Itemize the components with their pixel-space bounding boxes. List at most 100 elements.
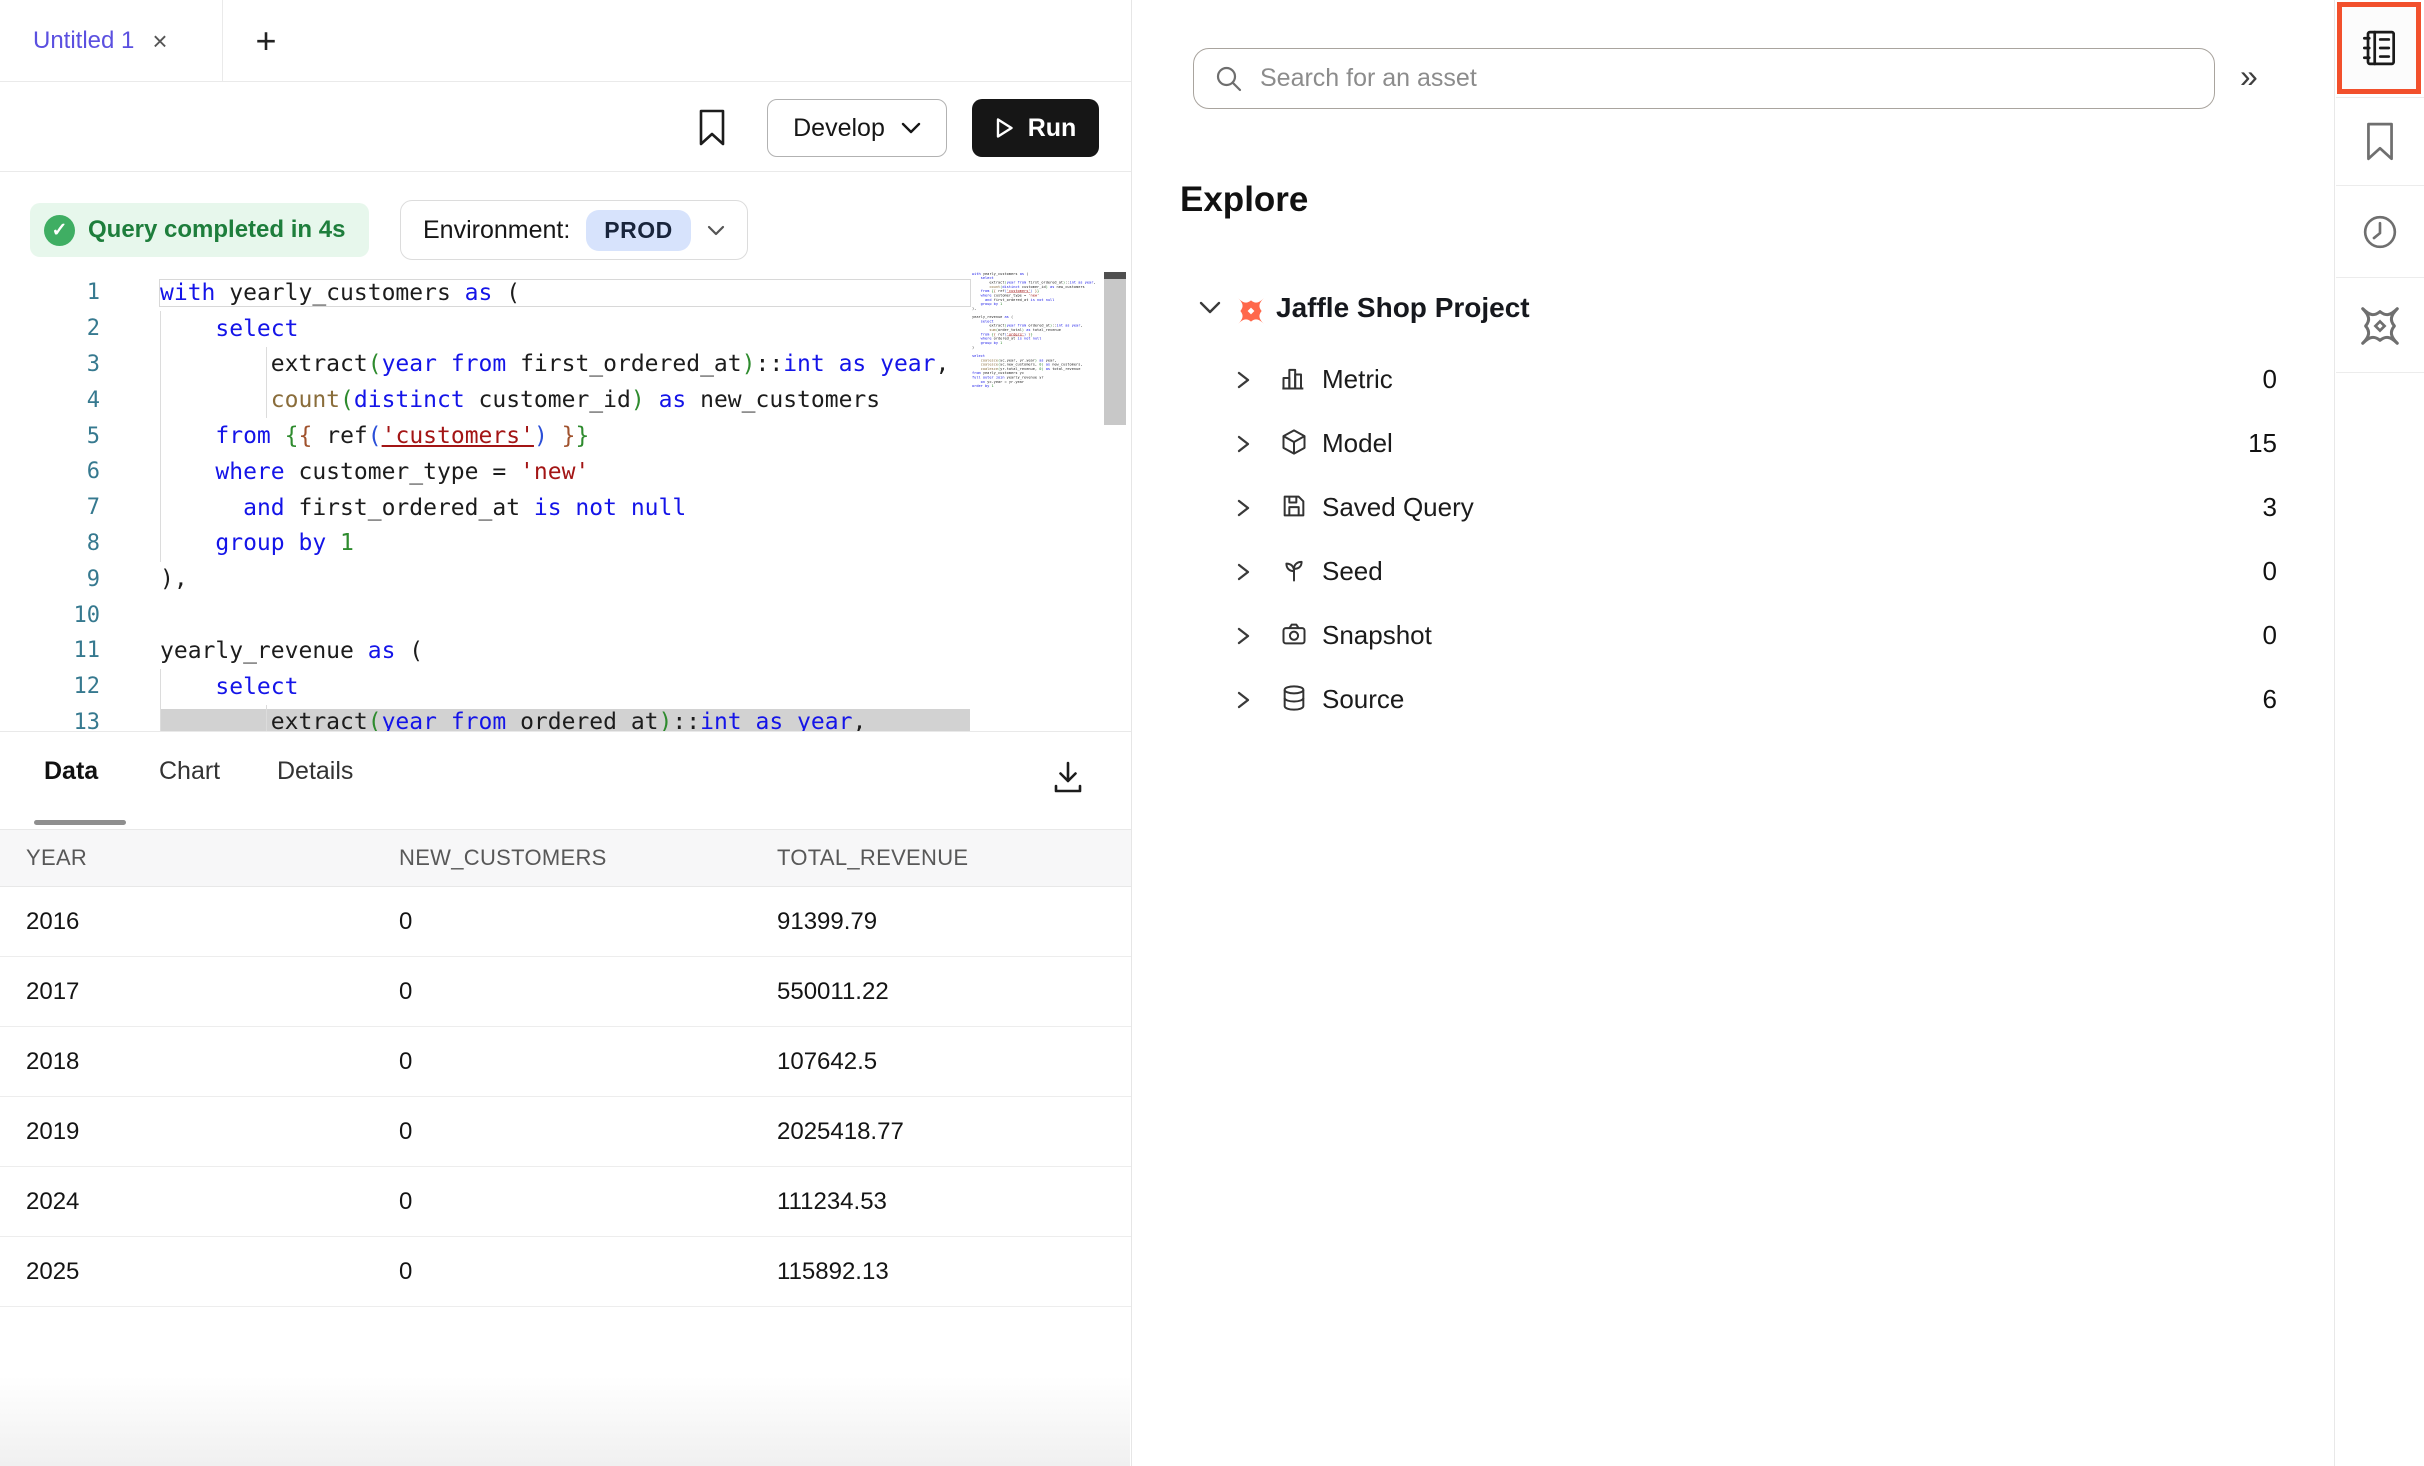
code-line[interactable]: 10	[0, 597, 970, 633]
tree-item-model[interactable]: Model15	[1132, 412, 2334, 476]
chevron-right-icon[interactable]	[1236, 496, 1251, 520]
chevron-right-icon[interactable]	[1236, 368, 1251, 392]
code-line-text: yearly_revenue as (	[160, 638, 970, 664]
editor-toolbar: Develop Run	[0, 82, 1131, 172]
table-cell: 0	[399, 887, 412, 956]
indent-guide	[266, 705, 267, 731]
table-cell: 2017	[26, 957, 79, 1026]
rail-item-history[interactable]	[2336, 187, 2424, 278]
table-cell: 2025418.77	[777, 1097, 904, 1166]
tree-item-saved-query[interactable]: Saved Query3	[1132, 476, 2334, 540]
editor-minimap[interactable]: with yearly_customers as ( select extrac…	[972, 272, 1098, 394]
collapse-panel-button[interactable]: »	[2240, 58, 2258, 95]
chevron-right-icon[interactable]	[1236, 624, 1251, 648]
chevron-right-icon[interactable]	[1236, 688, 1251, 712]
project-name: Jaffle Shop Project	[1276, 292, 1530, 324]
table-row[interactable]: 20180107642.5	[0, 1027, 1131, 1097]
source-database-icon	[1280, 684, 1308, 712]
explore-heading: Explore	[1180, 180, 1308, 220]
results-table-body: 2016091399.7920170550011.2220180107642.5…	[0, 887, 1131, 1307]
divider	[0, 731, 1131, 732]
scrollbar-thumb[interactable]	[1104, 279, 1126, 425]
tree-item-label: Seed	[1322, 540, 1383, 602]
code-line-text: where customer_type = 'new'	[160, 459, 970, 485]
query-status-badge: ✓ Query completed in 4s	[30, 203, 369, 257]
tree-item-metric[interactable]: Metric0	[1132, 348, 2334, 412]
close-tab-icon[interactable]: ×	[152, 26, 167, 57]
table-row[interactable]: 20250115892.13	[0, 1237, 1131, 1307]
code-line[interactable]: 8 group by 1	[0, 526, 970, 562]
table-cell: 2018	[26, 1027, 79, 1096]
results-tab-chart[interactable]: Chart	[159, 757, 220, 786]
results-tab-details[interactable]: Details	[277, 757, 353, 786]
code-line[interactable]: 4 count(distinct customer_id) as new_cus…	[0, 382, 970, 418]
code-line[interactable]: 3 extract(year from first_ordered_at)::i…	[0, 347, 970, 383]
table-row[interactable]: 2016091399.79	[0, 887, 1131, 957]
tree-item-seed[interactable]: Seed0	[1132, 540, 2334, 604]
code-line[interactable]: 9),	[0, 561, 970, 597]
tree-item-label: Model	[1322, 412, 1393, 474]
chevron-right-icon[interactable]	[1236, 432, 1251, 456]
line-number: 2	[0, 316, 100, 341]
table-row[interactable]: 20240111234.53	[0, 1167, 1131, 1237]
develop-dropdown[interactable]: Develop	[767, 99, 947, 157]
table-row[interactable]: 201902025418.77	[0, 1097, 1131, 1167]
editor-scrollbar[interactable]	[1104, 272, 1126, 425]
run-button[interactable]: Run	[972, 99, 1099, 157]
code-lines: 1with yearly_customers as (2 select3 ext…	[0, 275, 970, 731]
search-input[interactable]	[1260, 64, 2194, 93]
table-row[interactable]: 20170550011.22	[0, 957, 1131, 1027]
download-results-button[interactable]	[1046, 755, 1090, 799]
tree-item-project[interactable]: Jaffle Shop Project	[1132, 288, 2334, 336]
code-line[interactable]: 6 where customer_type = 'new'	[0, 454, 970, 490]
code-line[interactable]: 2 select	[0, 311, 970, 347]
code-line[interactable]: 12 select	[0, 669, 970, 705]
line-number: 11	[0, 638, 100, 663]
code-line[interactable]: 5 from {{ ref('customers') }}	[0, 418, 970, 454]
active-tab-underline	[34, 820, 126, 825]
tree-item-label: Metric	[1322, 348, 1393, 410]
tab-untitled-1[interactable]: Untitled 1 ×	[0, 0, 222, 82]
new-tab-button[interactable]: +	[236, 0, 296, 82]
tree-item-source[interactable]: Source6	[1132, 668, 2334, 732]
tab-title: Untitled 1	[33, 27, 134, 55]
code-line[interactable]: 13 extract(year from ordered_at)::int as…	[0, 705, 970, 731]
line-number: 13	[0, 710, 100, 731]
tab-separator	[222, 0, 223, 82]
bookmark-button[interactable]	[690, 102, 734, 154]
chevron-down-icon[interactable]	[1198, 300, 1222, 315]
dbt-studio-window: Untitled 1 × + Develop	[0, 0, 2424, 1466]
code-line[interactable]: 11 yearly_revenue as (	[0, 633, 970, 669]
history-clock-icon	[2358, 210, 2402, 254]
table-cell: 2025	[26, 1237, 79, 1306]
bookmark-icon	[697, 108, 727, 148]
run-label: Run	[1028, 114, 1077, 143]
indent-guide	[266, 347, 267, 418]
tree-item-count: 3	[2263, 476, 2277, 538]
rail-item-catalog[interactable]	[2337, 2, 2421, 94]
bookmark-icon	[2363, 121, 2397, 163]
sql-code-editor[interactable]: 1with yearly_customers as (2 select3 ext…	[0, 266, 1131, 731]
environment-selector[interactable]: Environment: PROD	[400, 200, 748, 260]
results-tab-data[interactable]: Data	[44, 757, 98, 786]
chevron-right-icon[interactable]	[1236, 560, 1251, 584]
line-number: 1	[0, 280, 100, 305]
check-circle-icon: ✓	[44, 215, 75, 246]
line-number: 5	[0, 424, 100, 449]
rail-item-bookmarks[interactable]	[2336, 97, 2424, 186]
line-number: 8	[0, 531, 100, 556]
code-line[interactable]: 1with yearly_customers as (	[0, 275, 970, 311]
table-cell: 107642.5	[777, 1027, 877, 1096]
asset-search[interactable]	[1193, 48, 2215, 109]
scroll-fade	[0, 1376, 1130, 1466]
code-line-text: ),	[160, 566, 970, 592]
column-header-year: YEAR	[26, 830, 87, 886]
code-line[interactable]: 7 and first_ordered_at is not null	[0, 490, 970, 526]
line-number: 4	[0, 388, 100, 413]
table-cell: 0	[399, 957, 412, 1026]
tree-item-label: Snapshot	[1322, 604, 1432, 666]
tree-item-snapshot[interactable]: Snapshot0	[1132, 604, 2334, 668]
rail-item-dbt[interactable]	[2336, 279, 2424, 373]
table-cell: 115892.13	[777, 1237, 889, 1306]
develop-label: Develop	[793, 114, 885, 143]
